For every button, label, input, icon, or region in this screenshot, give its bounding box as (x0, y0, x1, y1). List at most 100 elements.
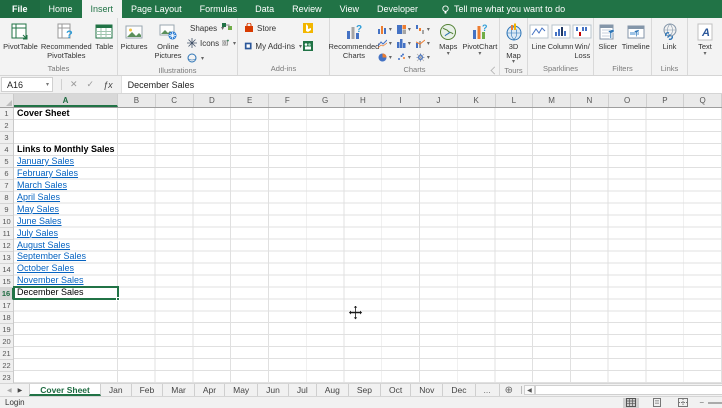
column-header-C[interactable]: C (156, 94, 194, 107)
row-header-9[interactable]: 9 (0, 204, 13, 216)
row-header-3[interactable]: 3 (0, 132, 13, 144)
cell-A12[interactable]: August Sales (14, 240, 118, 252)
radar-chart-button[interactable] (416, 50, 435, 64)
sheet-tab-aug[interactable]: Aug (317, 384, 349, 396)
row-header-23[interactable]: 23 (0, 372, 13, 383)
cell-A4[interactable]: Links to Monthly Sales (14, 144, 118, 156)
table-button[interactable]: Table (93, 20, 116, 53)
page-break-view-button[interactable] (675, 398, 691, 408)
ribbon-tab-formulas[interactable]: Formulas (191, 0, 247, 18)
column-header-B[interactable]: B (118, 94, 156, 107)
column-header-D[interactable]: D (194, 94, 232, 107)
my-addins-button[interactable]: My Add-ins (244, 39, 302, 53)
row-header-18[interactable]: 18 (0, 312, 13, 324)
column-header-N[interactable]: N (571, 94, 609, 107)
sheet-tab-feb[interactable]: Feb (132, 384, 164, 396)
sheet-tab-sep[interactable]: Sep (349, 384, 381, 396)
worksheet-grid[interactable]: Cover Sheet Links to Monthly SalesJanuary… (0, 108, 722, 383)
maps-button[interactable]: Maps (436, 20, 461, 57)
text-button[interactable]: A Text (691, 20, 719, 57)
sheet-tab-mar[interactable]: Mar (163, 384, 195, 396)
people-graph-button[interactable] (303, 39, 317, 53)
add-sheet-icon[interactable]: ⊕ (500, 384, 518, 396)
row-header-4[interactable]: 4 (0, 144, 13, 156)
column-header-L[interactable]: L (496, 94, 534, 107)
sparkline-column-button[interactable]: Column (549, 20, 571, 53)
sparkline-line-button[interactable]: Line (529, 20, 548, 53)
store-button[interactable]: Store (244, 21, 302, 35)
name-box-dropdown-icon[interactable]: ▾ (46, 81, 52, 88)
online-pictures-button[interactable]: Online Pictures (150, 20, 186, 61)
column-header-E[interactable]: E (231, 94, 269, 107)
row-header-14[interactable]: 14 (0, 264, 13, 276)
sparkline-winloss-button[interactable]: Win/ Loss (573, 20, 592, 61)
ribbon-tab-developer[interactable]: Developer (368, 0, 427, 18)
normal-view-button[interactable] (623, 398, 639, 408)
shapes-button[interactable]: Shapes (187, 21, 221, 35)
sheet-tab-nov[interactable]: Nov (411, 384, 443, 396)
column-header-Q[interactable]: Q (684, 94, 722, 107)
cell-A8[interactable]: April Sales (14, 192, 118, 204)
row-header-2[interactable]: 2 (0, 120, 13, 132)
line-chart-button[interactable] (378, 36, 397, 50)
row-header-13[interactable]: 13 (0, 252, 13, 264)
page-layout-view-button[interactable] (649, 398, 665, 408)
ribbon-tab-insert[interactable]: Insert (82, 0, 123, 18)
slicer-button[interactable]: Slicer (595, 20, 621, 53)
recommended-charts-button[interactable]: ? Recommended Charts (331, 20, 377, 61)
column-header-F[interactable]: F (269, 94, 307, 107)
sheet-nav-right-icon[interactable]: ▶ (18, 387, 23, 394)
column-header-P[interactable]: P (647, 94, 685, 107)
column-header-A[interactable]: A (14, 94, 118, 107)
enter-icon[interactable]: ✓ (87, 79, 95, 90)
waterfall-chart-button[interactable] (416, 22, 435, 36)
sheet-nav-left-icon[interactable]: ◀ (7, 387, 12, 394)
cell-A9[interactable]: May Sales (14, 204, 118, 216)
hscroll-left-icon[interactable]: ◀ (524, 385, 535, 395)
recommended-pivottables-button[interactable]: ? Recommended PivotTables (41, 20, 92, 61)
row-header-6[interactable]: 6 (0, 168, 13, 180)
row-header-10[interactable]: 10 (0, 216, 13, 228)
ribbon-tab-file[interactable]: File (0, 0, 40, 18)
column-header-K[interactable]: K (458, 94, 496, 107)
column-header-O[interactable]: O (609, 94, 647, 107)
pie-chart-button[interactable] (378, 50, 397, 64)
cell-A6[interactable]: February Sales (14, 168, 118, 180)
fill-handle[interactable] (116, 297, 120, 301)
ribbon-tab-home[interactable]: Home (40, 0, 82, 18)
sheet-tab-jan[interactable]: Jan (101, 384, 132, 396)
hierarchy-chart-button[interactable] (397, 22, 416, 36)
pivottable-button[interactable]: PivotTable (1, 20, 40, 53)
combo-chart-button[interactable] (416, 36, 435, 50)
row-header-8[interactable]: 8 (0, 192, 13, 204)
cell-A1[interactable]: Cover Sheet (14, 108, 118, 120)
row-header-12[interactable]: 12 (0, 240, 13, 252)
cell-A11[interactable]: July Sales (14, 228, 118, 240)
zoom-out-icon[interactable]: − (699, 398, 704, 407)
smartart-button[interactable] (222, 21, 236, 35)
ribbon-tab-data[interactable]: Data (246, 0, 283, 18)
cell-A5[interactable]: January Sales (14, 156, 118, 168)
column-chart-button[interactable] (378, 22, 397, 36)
sheet-tabs-overflow[interactable]: ... (476, 384, 500, 396)
zoom-slider[interactable] (708, 402, 722, 404)
cell-A10[interactable]: June Sales (14, 216, 118, 228)
column-header-I[interactable]: I (382, 94, 420, 107)
column-header-M[interactable]: M (533, 94, 571, 107)
row-header-22[interactable]: 22 (0, 360, 13, 372)
cell-A14[interactable]: October Sales (14, 263, 118, 275)
sheet-tab-jun[interactable]: Jun (258, 384, 289, 396)
pictures-button[interactable]: Pictures (119, 20, 149, 53)
hscroll-track[interactable] (535, 385, 722, 395)
row-header-17[interactable]: 17 (0, 300, 13, 312)
insert-function-icon[interactable]: ƒx (103, 80, 113, 90)
cancel-icon[interactable]: ✕ (70, 79, 78, 90)
sheet-tab-jul[interactable]: Jul (289, 384, 317, 396)
row-header-11[interactable]: 11 (0, 228, 13, 240)
ribbon-tab-page-layout[interactable]: Page Layout (122, 0, 191, 18)
timeline-button[interactable]: Timeline (622, 20, 650, 53)
sheet-tab-oct[interactable]: Oct (381, 384, 411, 396)
ribbon-tab-view[interactable]: View (331, 0, 368, 18)
row-header-1[interactable]: 1 (0, 108, 13, 120)
column-header-H[interactable]: H (345, 94, 383, 107)
